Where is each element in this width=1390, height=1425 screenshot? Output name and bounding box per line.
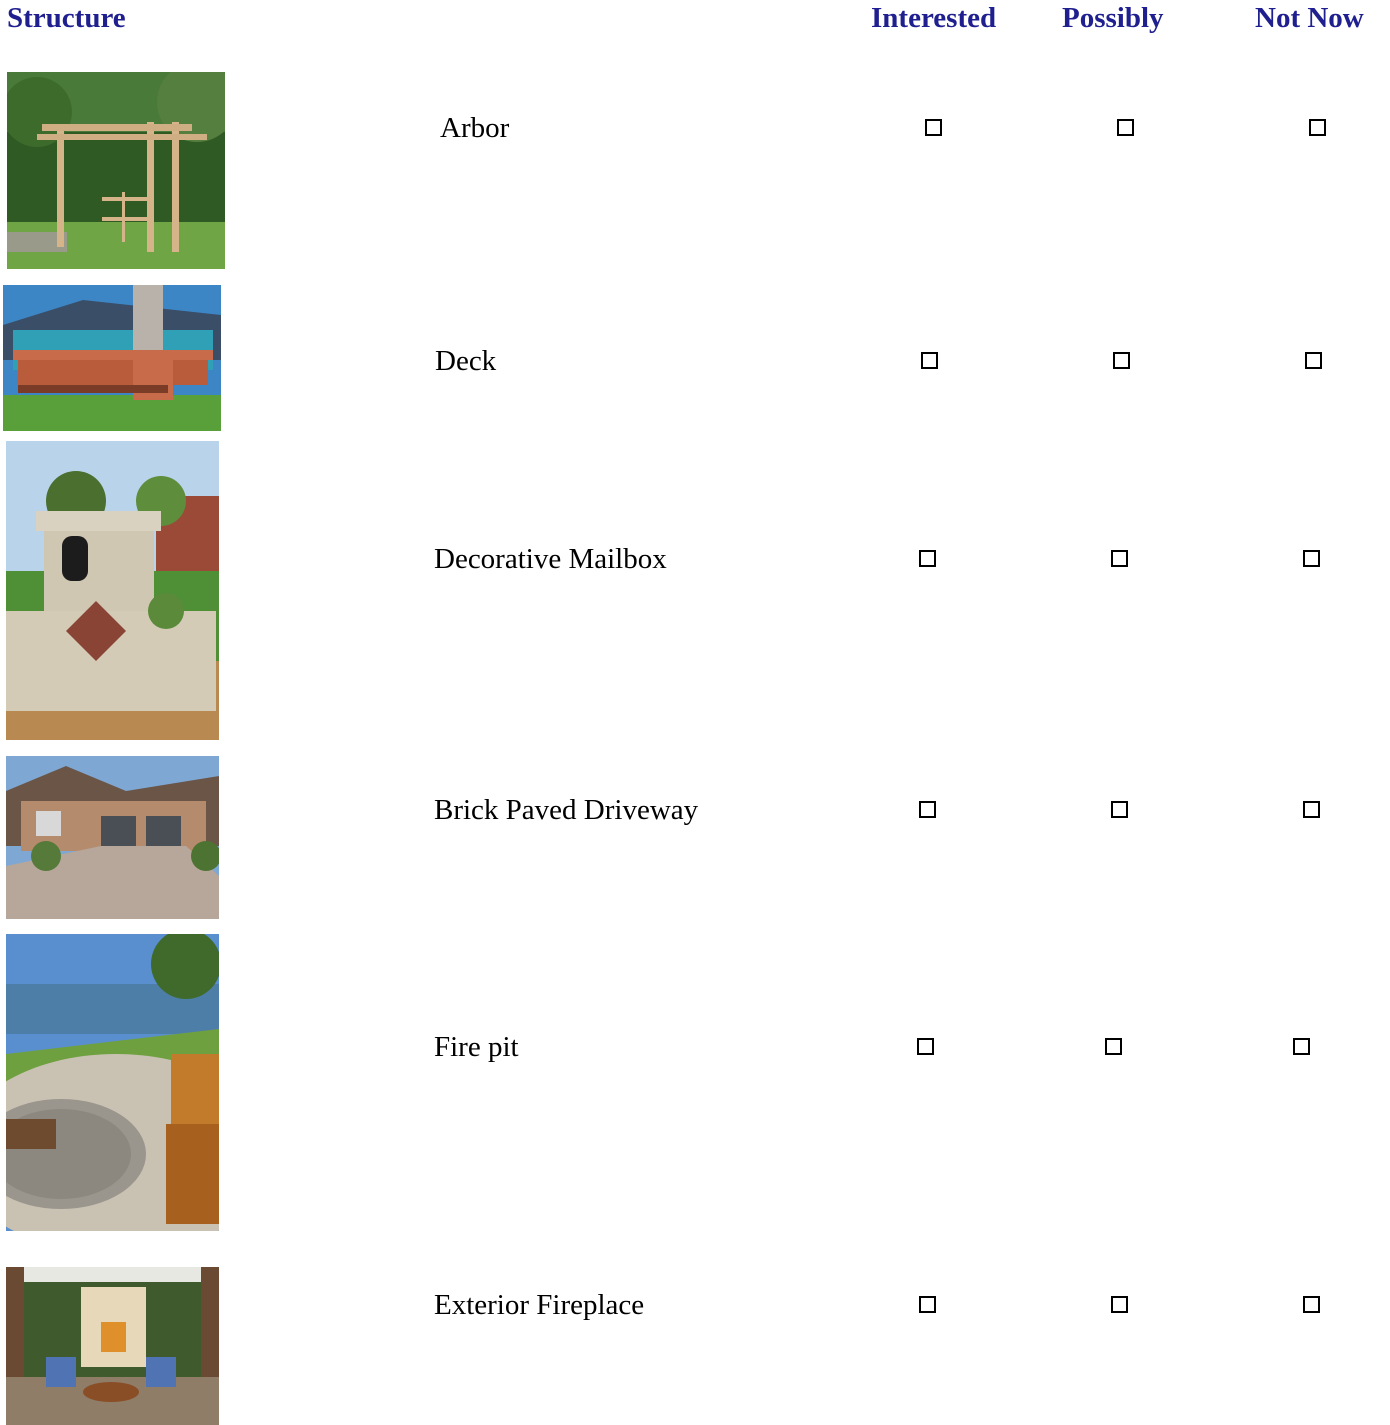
- driveway-photo: [6, 756, 219, 919]
- fire-pit-interested-checkbox[interactable]: [917, 1038, 934, 1055]
- fire-pit-not-now-checkbox[interactable]: [1293, 1038, 1310, 1055]
- exterior-fireplace-possibly-checkbox[interactable]: [1111, 1296, 1128, 1313]
- deck-interested-checkbox[interactable]: [921, 352, 938, 369]
- interested-column-header: Interested: [871, 2, 997, 34]
- deck-possibly-checkbox[interactable]: [1113, 352, 1130, 369]
- arbor-photo: [7, 72, 225, 269]
- mailbox-photo: [6, 441, 219, 740]
- deck-not-now-checkbox[interactable]: [1305, 352, 1322, 369]
- row-label-brick-paved-driveway: Brick Paved Driveway: [434, 794, 699, 826]
- brick-paved-driveway-possibly-checkbox[interactable]: [1111, 801, 1128, 818]
- arbor-not-now-checkbox[interactable]: [1309, 119, 1326, 136]
- structure-column-header: Structure: [7, 2, 126, 34]
- fire-pit-photo: [6, 934, 219, 1231]
- row-label-deck: Deck: [435, 345, 497, 377]
- row-label-decorative-mailbox: Decorative Mailbox: [434, 543, 667, 575]
- row-label-exterior-fireplace: Exterior Fireplace: [434, 1289, 645, 1321]
- decorative-mailbox-possibly-checkbox[interactable]: [1111, 550, 1128, 567]
- exterior-fireplace-interested-checkbox[interactable]: [919, 1296, 936, 1313]
- arbor-interested-checkbox[interactable]: [925, 119, 942, 136]
- row-label-arbor: Arbor: [440, 112, 510, 144]
- fireplace-photo: [6, 1267, 219, 1425]
- row-label-fire-pit: Fire pit: [434, 1031, 519, 1063]
- brick-paved-driveway-not-now-checkbox[interactable]: [1303, 801, 1320, 818]
- decorative-mailbox-interested-checkbox[interactable]: [919, 550, 936, 567]
- decorative-mailbox-not-now-checkbox[interactable]: [1303, 550, 1320, 567]
- not-now-column-header: Not Now: [1255, 2, 1364, 34]
- arbor-possibly-checkbox[interactable]: [1117, 119, 1134, 136]
- exterior-fireplace-not-now-checkbox[interactable]: [1303, 1296, 1320, 1313]
- possibly-column-header: Possibly: [1062, 2, 1164, 34]
- deck-photo: [3, 285, 221, 431]
- brick-paved-driveway-interested-checkbox[interactable]: [919, 801, 936, 818]
- fire-pit-possibly-checkbox[interactable]: [1105, 1038, 1122, 1055]
